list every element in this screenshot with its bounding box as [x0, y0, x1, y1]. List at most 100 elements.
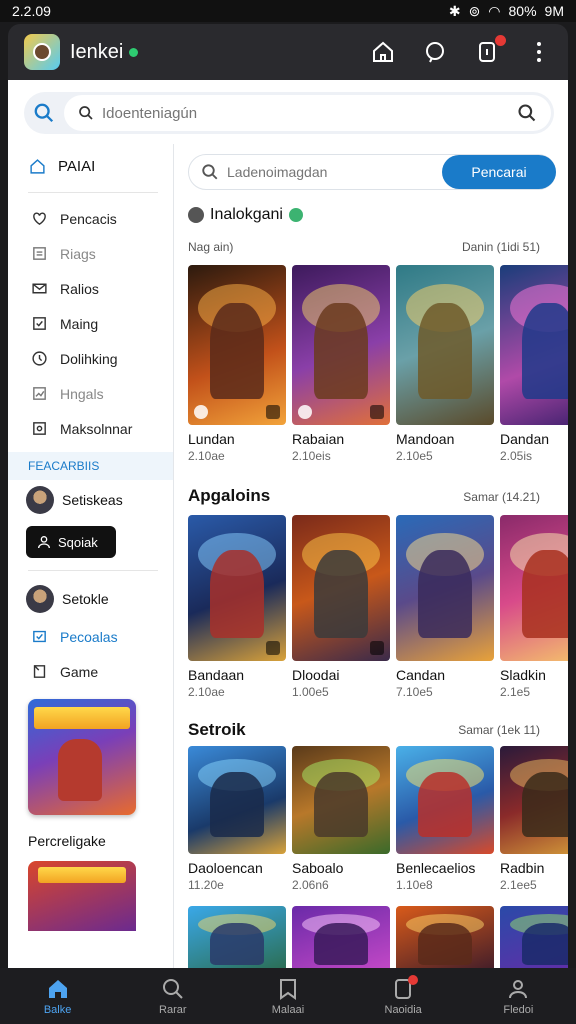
- search-field: [64, 95, 551, 131]
- section-meta-right[interactable]: Samar (14.21): [463, 490, 540, 504]
- chat-icon[interactable]: [422, 39, 448, 65]
- content-area: PAIAI Pencacis Riags Ralios Maing Dolihk…: [8, 80, 568, 968]
- check-square-icon: [30, 315, 48, 333]
- game-card[interactable]: Dloodai 1.00e5: [292, 515, 390, 699]
- game-card[interactable]: [396, 906, 494, 968]
- sidebar-item-5[interactable]: Dolihking: [8, 341, 173, 376]
- app-logo[interactable]: [24, 34, 60, 70]
- sidebar-dark-button[interactable]: Sqoiak: [26, 526, 116, 558]
- sidebar-item-1[interactable]: Pencacis: [8, 201, 173, 236]
- section-title: Inalokgani: [210, 206, 283, 223]
- game-card[interactable]: Bandaan 2.10ae: [188, 515, 286, 699]
- game-stat: 2.10ae: [188, 685, 225, 699]
- search-icon: [162, 978, 183, 999]
- game-card[interactable]: Mandoan 2.10e5: [396, 265, 494, 463]
- game-title: Lundan: [188, 431, 235, 447]
- nav-notifications[interactable]: Naoidia: [368, 974, 438, 1016]
- sidebar-section-header: FEACARBIIS: [8, 452, 173, 480]
- sidebar-item-label: Ralios: [60, 280, 99, 297]
- nav-profile[interactable]: Fledoi: [483, 977, 553, 1016]
- section-meta-right[interactable]: Danin (1idi 51): [462, 240, 540, 254]
- nav-search[interactable]: Rarar: [138, 977, 208, 1016]
- game-logo: [38, 867, 126, 883]
- game-row-4: [188, 906, 568, 968]
- sidebar-item-label: Maing: [60, 315, 99, 332]
- game-title: Rabaian: [292, 431, 345, 447]
- sidebar-game[interactable]: Game: [8, 654, 173, 689]
- nav-label: Naoidia: [384, 1003, 422, 1016]
- sidebar-divider: [28, 570, 158, 571]
- bluetooth-icon: ✱: [448, 2, 461, 19]
- search-button[interactable]: Pencarai: [442, 155, 556, 189]
- game-cover: [188, 746, 286, 854]
- chart-icon: [30, 385, 48, 403]
- list-icon: [30, 245, 48, 263]
- game-card[interactable]: Benlecaelios 1.10e8: [396, 746, 494, 892]
- game-cover: [292, 746, 390, 854]
- game-stat: 2.10ae: [188, 449, 225, 463]
- sidebar-item-3[interactable]: Ralios: [8, 271, 173, 306]
- game-title: Daoloencan: [188, 860, 263, 876]
- search-icon: [202, 164, 218, 180]
- section-meta-left: Nag ain): [188, 240, 234, 254]
- sidebar-home[interactable]: PAIAI: [8, 144, 173, 188]
- section-1-header: Inalokgani: [188, 206, 303, 224]
- game-stat: 2.1ee5: [500, 878, 537, 892]
- search-submit-icon[interactable]: [517, 103, 537, 123]
- sidebar-link-label: Pecoalas: [60, 628, 118, 645]
- game-cover: [188, 906, 286, 968]
- game-card[interactable]: Daoloencan 11.20e: [188, 746, 286, 892]
- game-row-1: Lundan 2.10ae Rabaian 2.10eis Mandoan 2.10e…: [188, 265, 568, 463]
- notification-icon[interactable]: [474, 35, 506, 65]
- shield-check-icon: [30, 628, 48, 646]
- featured-game-card-2[interactable]: [28, 861, 136, 931]
- nav-label: Rarar: [159, 1003, 187, 1016]
- search-input[interactable]: [102, 104, 517, 122]
- game-card[interactable]: Sladkin 2.1e5: [500, 515, 568, 699]
- game-card[interactable]: [188, 906, 286, 968]
- home-icon[interactable]: [370, 39, 396, 65]
- game-card[interactable]: Dandan 2.05is: [500, 265, 568, 463]
- game-title: Saboalo: [292, 860, 344, 876]
- nav-library[interactable]: Malaai: [253, 977, 323, 1016]
- more-menu-icon[interactable]: [526, 39, 552, 65]
- alarm-icon: ⊚: [468, 2, 481, 19]
- home-icon: [48, 979, 67, 998]
- sidebar-link[interactable]: Pecoalas: [8, 619, 173, 654]
- game-stat: 2.05is: [500, 449, 533, 463]
- game-card[interactable]: [500, 906, 568, 968]
- game-stat: 2.10eis: [292, 449, 331, 463]
- game-card[interactable]: Rabaian 2.10eis: [292, 265, 390, 463]
- sidebar-item-7[interactable]: Maksolnnar: [8, 411, 173, 446]
- sidebar-user-name: Setokle: [62, 591, 109, 607]
- featured-game-card[interactable]: [28, 699, 136, 815]
- game-card[interactable]: Radbin 2.1ee5: [500, 746, 568, 892]
- game-title: Candan: [396, 667, 446, 683]
- app-title: Ienkei: [70, 40, 124, 63]
- catalog-search-input[interactable]: [227, 164, 442, 180]
- section-meta-right[interactable]: Samar (1ek 11): [458, 723, 540, 737]
- game-card[interactable]: Candan 7.10e5: [396, 515, 494, 699]
- game-title: Dloodai: [292, 667, 340, 683]
- game-hero-art: [58, 739, 102, 801]
- sidebar-item-label: Maksolnnar: [60, 420, 133, 437]
- nav-home[interactable]: Balke: [23, 977, 93, 1016]
- sidebar: PAIAI Pencacis Riags Ralios Maing Dolihk…: [8, 144, 174, 968]
- game-title: Radbin: [500, 860, 545, 876]
- nav-label: Fledoi: [503, 1003, 534, 1016]
- game-cover: [396, 265, 494, 425]
- sidebar-item-6[interactable]: Hngals: [8, 376, 173, 411]
- search-icon[interactable]: [24, 93, 64, 133]
- sidebar-user-1[interactable]: Setiskeas: [8, 480, 173, 520]
- sidebar-item-2[interactable]: Riags: [8, 236, 173, 271]
- sidebar-item-label: Riags: [60, 245, 96, 262]
- game-card[interactable]: [292, 906, 390, 968]
- game-logo: [34, 707, 130, 729]
- game-card[interactable]: Saboalo 2.06n6: [292, 746, 390, 892]
- sidebar-item-4[interactable]: Maing: [8, 306, 173, 341]
- avatar: [26, 585, 54, 613]
- game-card[interactable]: Lundan 2.10ae: [188, 265, 286, 463]
- section-1-meta: Nag ain) Danin (1idi 51): [188, 240, 540, 254]
- sidebar-dark-button-label: Sqoiak: [58, 534, 98, 550]
- sidebar-user-2[interactable]: Setokle: [8, 579, 173, 619]
